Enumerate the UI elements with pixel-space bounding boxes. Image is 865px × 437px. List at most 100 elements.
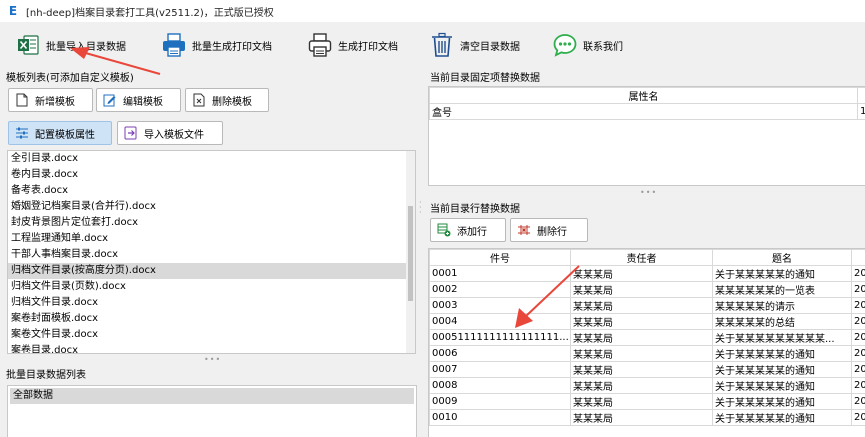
cell[interactable]: 0006	[429, 345, 571, 362]
cell[interactable]: 20	[851, 281, 865, 298]
cell[interactable]: 20	[851, 297, 865, 314]
clear-data-button[interactable]: 清空目录数据	[428, 27, 520, 63]
cell[interactable]: 20	[851, 329, 865, 346]
list-item[interactable]: 归档文件目录(页数).docx	[8, 279, 406, 295]
edit-template-label: 编辑模板	[123, 96, 163, 108]
cell[interactable]: 某某某局	[570, 297, 713, 314]
cell[interactable]: 关于某某某某某的通知	[712, 265, 852, 282]
template-list[interactable]: 全引目录.docx 卷内目录.docx 备考表.docx 婚姻登记档案目录(合并…	[7, 150, 416, 354]
cell[interactable]: 某某某某某的请示	[712, 297, 852, 314]
list-item[interactable]: 全引目录.docx	[8, 151, 406, 167]
cell-attr-name[interactable]: 盒号	[429, 103, 858, 120]
cell[interactable]: 20	[851, 361, 865, 378]
fixed-data-grid[interactable]: 属性名 盒号 1	[428, 86, 865, 186]
cell[interactable]: 某某某某某某的一览表	[712, 281, 852, 298]
cell[interactable]: 某某某局	[570, 265, 713, 282]
cell[interactable]: 0010	[429, 409, 571, 426]
add-row-icon	[437, 223, 451, 237]
vertical-splitter[interactable]: · · ·	[419, 199, 425, 217]
list-item[interactable]: 归档文件目录.docx	[8, 295, 406, 311]
list-item[interactable]: 卷内目录.docx	[8, 167, 406, 183]
list-item[interactable]: 封皮背景图片定位套打.docx	[8, 215, 406, 231]
cell[interactable]: 关于某某某某某的通知	[712, 345, 852, 362]
list-item[interactable]: 干部人事档案目录.docx	[8, 247, 406, 263]
sliders-icon	[15, 126, 29, 140]
cell[interactable]: 关于某某某某某的通知	[712, 393, 852, 410]
delete-row-label: 删除行	[537, 226, 567, 238]
table-row[interactable]: 0008某某某局关于某某某某某的通知20	[429, 377, 865, 394]
column-header-value[interactable]	[857, 87, 865, 104]
list-item[interactable]: 婚姻登记档案目录(合并行).docx	[8, 199, 406, 215]
cell[interactable]: 某某某局	[570, 345, 713, 362]
cell-attr-value[interactable]: 1	[857, 103, 865, 120]
scrollbar-thumb[interactable]	[408, 206, 413, 301]
cell[interactable]: 0007	[429, 361, 571, 378]
batch-generate-button[interactable]: 批量生成打印文档	[160, 27, 272, 63]
table-row[interactable]: 00051111111111111111... 某某某局 关于某某某某某某某某某..…	[429, 329, 865, 346]
cell[interactable]: 某某某局	[570, 409, 713, 426]
contact-us-button[interactable]: 联系我们	[551, 27, 623, 63]
cell[interactable]: 某某某局	[570, 281, 713, 298]
import-template-button[interactable]: 导入模板文件	[117, 121, 223, 145]
cell[interactable]: 20	[851, 313, 865, 330]
cell[interactable]: 某某某局	[570, 361, 713, 378]
column-header-responsible[interactable]: 责任者	[570, 249, 713, 266]
table-row[interactable]: 0003某某某局某某某某某的请示20	[429, 297, 865, 314]
batch-data-list[interactable]: 全部数据	[7, 385, 417, 437]
cell[interactable]: 0009	[429, 393, 571, 410]
cell[interactable]: 20	[851, 377, 865, 394]
delete-row-button[interactable]: 删除行	[510, 218, 588, 242]
column-header-date[interactable]	[851, 249, 865, 266]
table-row[interactable]: 0002某某某局某某某某某某的一览表20	[429, 281, 865, 298]
cell[interactable]: 20	[851, 393, 865, 410]
delete-template-button[interactable]: 删除模板	[185, 88, 269, 112]
list-item[interactable]: 备考表.docx	[8, 183, 406, 199]
list-item[interactable]: 工程监理通知单.docx	[8, 231, 406, 247]
list-item[interactable]: 案卷封面模板.docx	[8, 311, 406, 327]
table-row[interactable]: 0001某某某局关于某某某某某的通知20	[429, 265, 865, 282]
cell[interactable]: 某某某局	[570, 313, 713, 330]
horizontal-splitter[interactable]: •••	[204, 355, 221, 364]
trash-icon	[428, 31, 456, 59]
config-template-button[interactable]: 配置模板属性	[8, 121, 112, 145]
list-item[interactable]: 案卷文件目录.docx	[8, 327, 406, 343]
column-header-title[interactable]: 题名	[712, 249, 852, 266]
template-list-scrollbar[interactable]	[406, 151, 415, 353]
delete-template-label: 删除模板	[212, 96, 252, 108]
template-panel-title: 模板列表(可添加自定义模板)	[6, 73, 134, 84]
generate-print-button[interactable]: 生成打印文档	[306, 27, 398, 63]
cell[interactable]: 20	[851, 409, 865, 426]
cell[interactable]: 关于某某某某某的通知	[712, 361, 852, 378]
cell[interactable]: 某某某局	[570, 393, 713, 410]
fixed-panel-title: 当前目录固定项替换数据	[430, 73, 540, 84]
table-row[interactable]: 0004某某某局某某某某某的总结20	[429, 313, 865, 330]
edit-template-button[interactable]: 编辑模板	[96, 88, 181, 112]
window-title: [nh-deep]档案目录套打工具(v2511.2)，正式版已授权	[26, 7, 274, 19]
cell[interactable]: 某某某局	[570, 377, 713, 394]
add-row-button[interactable]: 添加行	[430, 218, 506, 242]
cell[interactable]: 20	[851, 345, 865, 362]
table-row[interactable]: 0007某某某局关于某某某某某的通知20	[429, 361, 865, 378]
row-data-grid[interactable]: 件号 责任者 题名 0001某某某局关于某某某某某的通知20 0002某某某局某…	[428, 248, 865, 437]
new-template-button[interactable]: 新增模板	[8, 88, 93, 112]
chat-icon	[551, 31, 579, 59]
cell[interactable]: 关于某某某某某的通知	[712, 409, 852, 426]
cell[interactable]: 20	[851, 265, 865, 282]
list-item[interactable]: 案卷目录.docx	[8, 343, 406, 353]
excel-icon	[14, 31, 42, 59]
table-row[interactable]: 0006某某某局关于某某某某某的通知20	[429, 345, 865, 362]
list-item-selected[interactable]: 全部数据	[10, 388, 414, 404]
cell[interactable]: 某某某局	[570, 329, 713, 346]
horizontal-splitter-right[interactable]: •••	[640, 188, 657, 197]
app-icon: E	[8, 4, 18, 18]
delete-row-icon	[517, 223, 531, 237]
table-row[interactable]: 0010某某某局关于某某某某某的通知20	[429, 409, 865, 426]
cell[interactable]: 某某某某某的总结	[712, 313, 852, 330]
column-header-attr-name[interactable]: 属性名	[429, 87, 858, 104]
cell[interactable]: 0008	[429, 377, 571, 394]
list-item-selected[interactable]: 归档文件目录(按高度分页).docx	[8, 263, 406, 279]
batch-generate-label: 批量生成打印文档	[192, 41, 272, 53]
cell[interactable]: 关于某某某某某的通知	[712, 377, 852, 394]
table-row[interactable]: 0009某某某局关于某某某某某的通知20	[429, 393, 865, 410]
cell[interactable]: 关于某某某某某某某某某...	[712, 329, 852, 346]
